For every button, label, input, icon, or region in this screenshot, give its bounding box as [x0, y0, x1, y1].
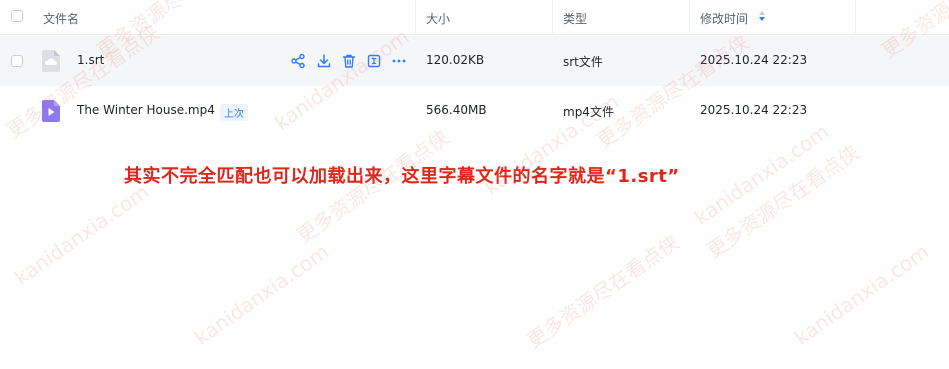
column-divider — [415, 0, 416, 34]
watermark-text: kanidanxia.com — [10, 179, 154, 290]
last-played-badge: 上次 — [220, 104, 248, 121]
watermark-text: 更多资源尽在看点侠 — [522, 230, 684, 353]
watermark-text: kanidanxia.com — [190, 239, 334, 350]
file-row[interactable]: The Winter House.mp4 上次 566.40MB mp4文件 2… — [0, 86, 949, 136]
file-modified: 2025.10.24 22:23 — [700, 53, 808, 67]
rename-icon[interactable] — [366, 53, 382, 69]
file-name[interactable]: The Winter House.mp4 — [77, 103, 215, 117]
column-divider — [689, 0, 690, 34]
sort-icon[interactable] — [758, 10, 766, 22]
column-header-name[interactable]: 文件名 — [43, 10, 79, 27]
column-divider — [855, 0, 856, 34]
select-all-checkbox[interactable] — [11, 10, 23, 22]
watermark-text: kanidanxia.com — [790, 239, 934, 350]
delete-icon[interactable] — [341, 53, 357, 69]
column-header-size[interactable]: 大小 — [426, 10, 450, 27]
column-divider — [552, 0, 553, 34]
video-file-icon — [42, 100, 60, 122]
cloud-file-icon — [42, 50, 60, 72]
column-header-type[interactable]: 类型 — [563, 10, 587, 27]
row-checkbox[interactable] — [11, 55, 23, 67]
file-size: 566.40MB — [426, 103, 487, 117]
annotation-text: 其实不完全匹配也可以加载出来，这里字幕文件的名字就是“1.srt” — [124, 166, 680, 187]
share-icon[interactable] — [290, 53, 306, 69]
file-name[interactable]: 1.srt — [77, 53, 104, 67]
file-list-header: 文件名 大小 类型 修改时间 — [0, 0, 949, 35]
file-size: 120.02KB — [426, 53, 485, 67]
file-modified: 2025.10.24 22:23 — [700, 103, 808, 117]
more-icon[interactable] — [391, 53, 407, 69]
watermark-text: 更多资源尽在看点侠 — [702, 140, 864, 263]
file-type: srt文件 — [563, 55, 603, 69]
column-header-modified[interactable]: 修改时间 — [700, 10, 748, 27]
download-icon[interactable] — [316, 53, 332, 69]
file-type: mp4文件 — [563, 105, 614, 119]
file-row[interactable]: 1.srt 120.02KB srt文件 2025.10.24 22:23 — [0, 36, 949, 86]
